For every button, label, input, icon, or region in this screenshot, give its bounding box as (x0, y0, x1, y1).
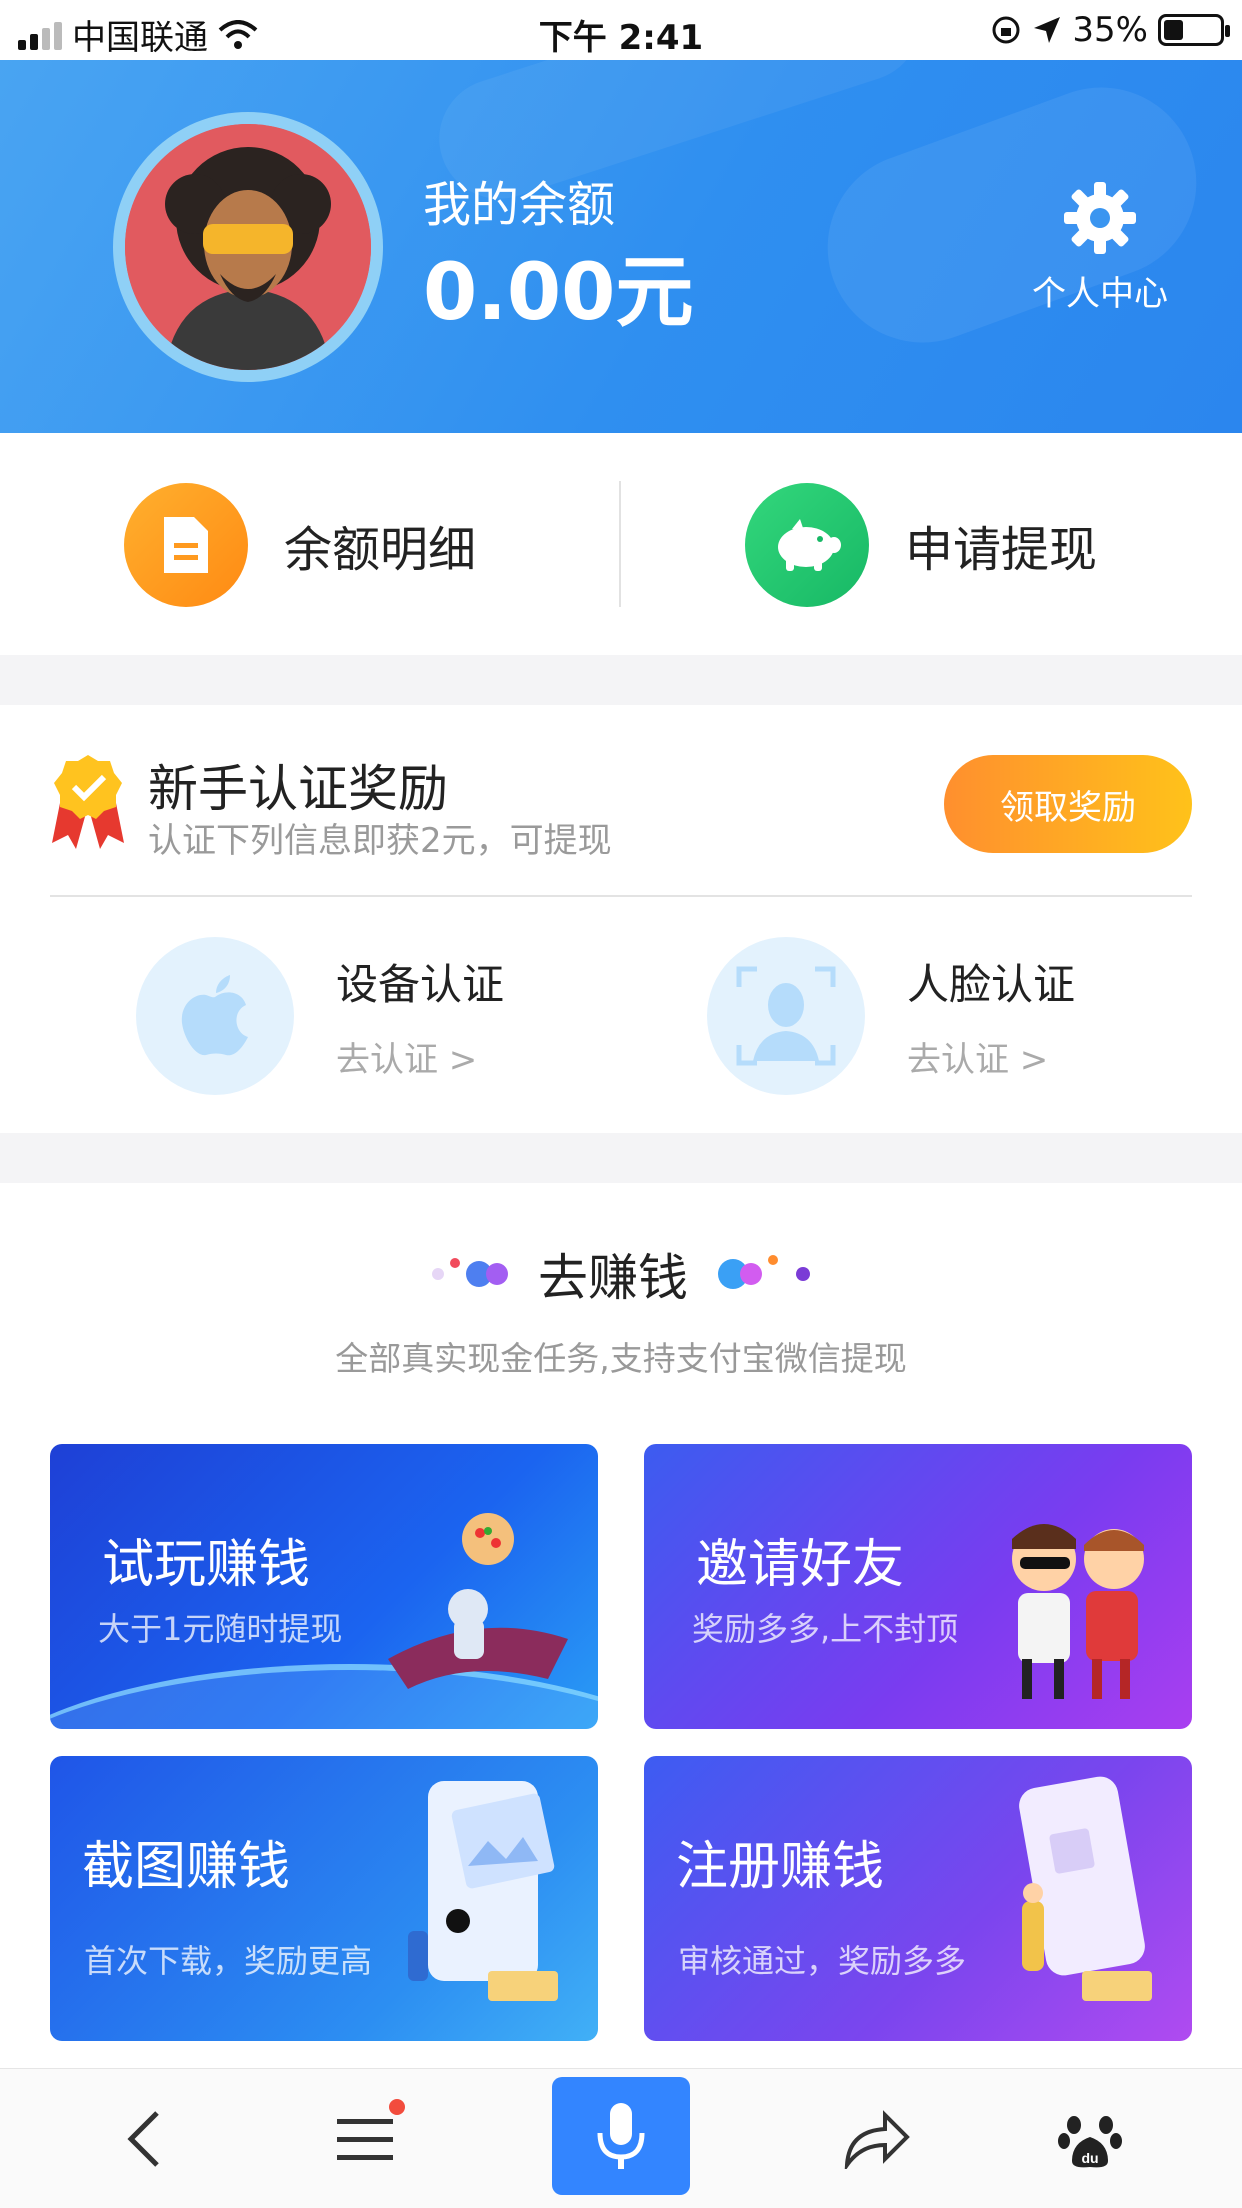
battery-percent: 35% (1072, 10, 1148, 50)
menu-button[interactable] (315, 2089, 415, 2189)
voice-search-button[interactable] (552, 2077, 690, 2195)
tile-subtitle: 审核通过，奖励多多 (678, 1942, 967, 1980)
balance-value: 0.00元 (423, 248, 694, 338)
face-verification-title: 人脸认证 (907, 960, 1076, 1009)
divider (50, 895, 1192, 897)
tile-subtitle: 大于1元随时提现 (98, 1610, 343, 1648)
location-arrow-icon (1034, 17, 1061, 43)
face-verification-action: 去认证 > (907, 1040, 1049, 1080)
apple-icon (136, 937, 294, 1095)
face-scan-icon (707, 937, 865, 1095)
status-bar: 中国联通 下午 2:41 35% (0, 0, 1242, 60)
phone-register-illustration (1019, 1776, 1152, 2001)
battery-icon (1158, 14, 1230, 46)
svg-text:du: du (1081, 2150, 1098, 2166)
tile-title: 注册赚钱 (676, 1837, 885, 1897)
newbie-reward-card: 新手认证奖励 认证下列信息即获2元，可提现 领取奖励 设备认证 去认证 > 人脸… (0, 705, 1242, 1133)
share-icon (844, 2110, 910, 2169)
battery-fill (1164, 20, 1183, 40)
profile-label: 个人中心 (1032, 274, 1168, 314)
friends-illustration (1012, 1524, 1144, 1699)
gear-icon (1064, 182, 1136, 254)
decorative-dots-left (432, 1258, 508, 1287)
baidu-home-button[interactable]: du (1040, 2089, 1140, 2189)
avatar-illustration (125, 124, 371, 370)
balance-detail-button[interactable]: 余额明细 (124, 483, 476, 607)
face-verification[interactable]: 人脸认证 去认证 > (707, 937, 1075, 1095)
tile-title: 邀请好友 (696, 1535, 905, 1595)
notification-dot (389, 2099, 405, 2115)
tile-title: 截图赚钱 (82, 1837, 291, 1897)
profile-center-button[interactable]: 个人中心 (1010, 180, 1190, 315)
screenshot-earn-tile[interactable]: 截图赚钱 首次下载，奖励更高 (50, 1756, 598, 2041)
earn-subtitle: 全部真实现金任务,支持支付宝微信提现 (335, 1339, 907, 1378)
tile-title: 试玩赚钱 (102, 1535, 311, 1595)
tile-subtitle: 首次下载，奖励更高 (84, 1942, 373, 1980)
register-earn-tile[interactable]: 注册赚钱 审核通过，奖励多多 (644, 1756, 1192, 2041)
bottom-nav-bar: du (0, 2068, 1242, 2208)
device-verification-title: 设备认证 (336, 960, 505, 1009)
menu-icon (337, 2119, 393, 2160)
astronaut-illustration (388, 1513, 568, 1689)
medal-icon (52, 755, 124, 849)
claim-reward-button[interactable]: 领取奖励 (944, 755, 1192, 853)
earn-section: 去赚钱 全部真实现金任务,支持支付宝微信提现 试玩赚钱 大于1元随时提现 邀请好… (0, 1183, 1242, 2068)
earn-title: 去赚钱 (538, 1249, 688, 1307)
invite-friends-tile[interactable]: 邀请好友 奖励多多,上不封顶 (644, 1444, 1192, 1729)
withdraw-button[interactable]: 申请提现 (745, 483, 1097, 607)
decorative-dots-right (718, 1255, 810, 1289)
mic-icon (597, 2103, 645, 2169)
divider (619, 481, 621, 607)
trial-play-earn-tile[interactable]: 试玩赚钱 大于1元随时提现 (50, 1444, 598, 1729)
balance-detail-label: 余额明细 (284, 522, 477, 578)
baidu-paw-icon: du (1058, 2116, 1122, 2168)
back-icon (127, 2111, 159, 2167)
device-verification-action: 去认证 > (336, 1040, 478, 1080)
newbie-subtitle: 认证下列信息即获2元，可提现 (148, 821, 612, 861)
withdraw-label: 申请提现 (905, 522, 1098, 578)
device-verification[interactable]: 设备认证 去认证 > (136, 937, 504, 1095)
quick-actions: 余额明细 申请提现 (0, 433, 1242, 655)
document-icon (124, 483, 248, 607)
balance-label: 我的余额 (423, 177, 616, 233)
account-header: 我的余额 0.00元 个人中心 (0, 60, 1242, 433)
share-button[interactable] (826, 2089, 926, 2189)
piggy-bank-icon (745, 483, 869, 607)
avatar[interactable] (113, 112, 383, 382)
phone-screenshot-illustration (408, 1781, 558, 2001)
back-button[interactable] (95, 2089, 195, 2189)
rotation-lock-icon (992, 16, 1020, 44)
tile-subtitle: 奖励多多,上不封顶 (692, 1610, 959, 1648)
newbie-title: 新手认证奖励 (148, 760, 448, 818)
